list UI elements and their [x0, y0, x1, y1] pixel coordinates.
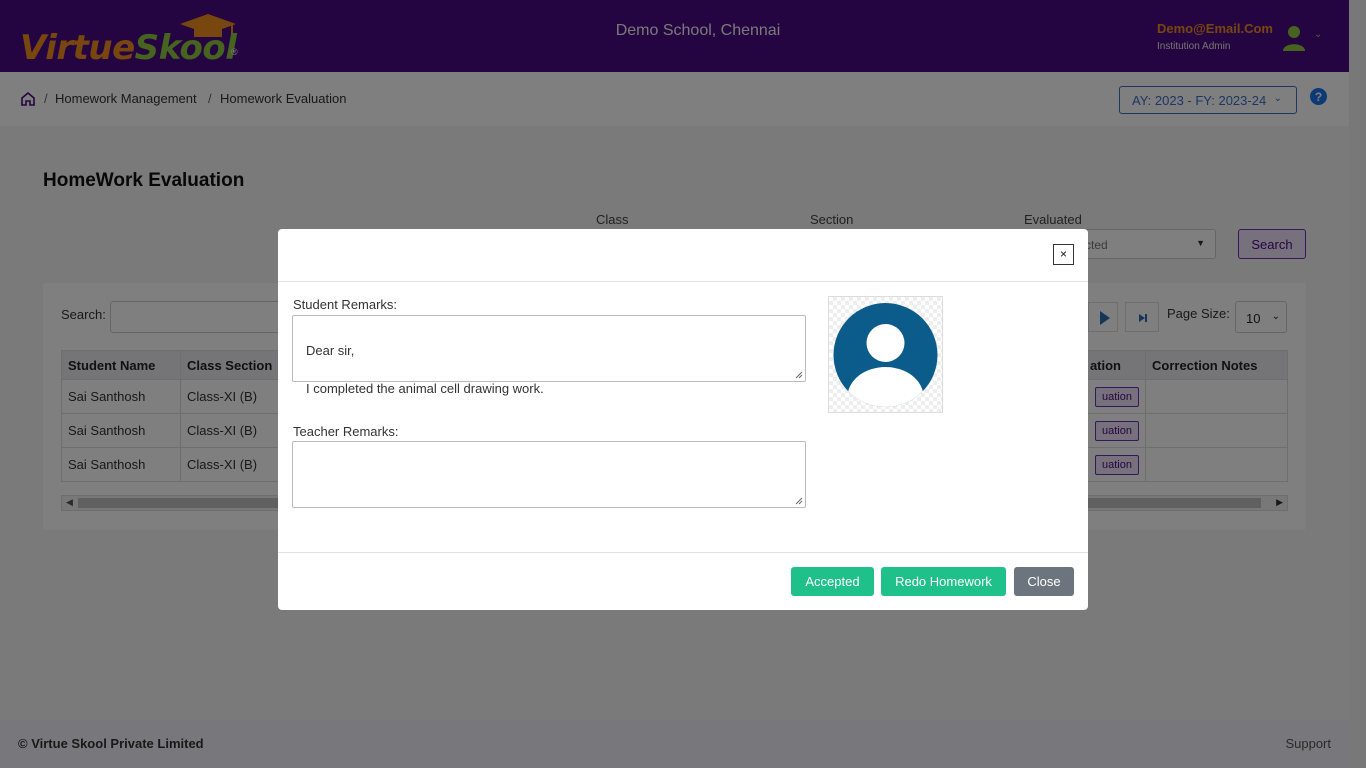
modal-header: ×: [278, 229, 1088, 282]
modal-footer-divider: [278, 552, 1088, 553]
remarks-modal: × Student Remarks: Dear sir, I completed…: [278, 229, 1088, 610]
resize-grip-icon[interactable]: [795, 371, 803, 379]
resize-grip-icon[interactable]: [795, 497, 803, 505]
attachment-thumbnail[interactable]: [828, 296, 943, 413]
profile-placeholder-icon: [833, 303, 938, 407]
close-icon[interactable]: ×: [1053, 244, 1074, 265]
teacher-remarks-textarea[interactable]: [292, 441, 806, 508]
teacher-remarks-label: Teacher Remarks:: [293, 424, 399, 439]
student-remarks-text: Dear sir, I completed the animal cell dr…: [306, 343, 544, 396]
close-button[interactable]: Close: [1014, 567, 1074, 596]
student-remarks-textarea[interactable]: Dear sir, I completed the animal cell dr…: [292, 315, 806, 396]
student-remarks-label: Student Remarks:: [293, 297, 398, 312]
redo-homework-button[interactable]: Redo Homework: [881, 567, 1006, 596]
accepted-button[interactable]: Accepted: [791, 567, 874, 596]
